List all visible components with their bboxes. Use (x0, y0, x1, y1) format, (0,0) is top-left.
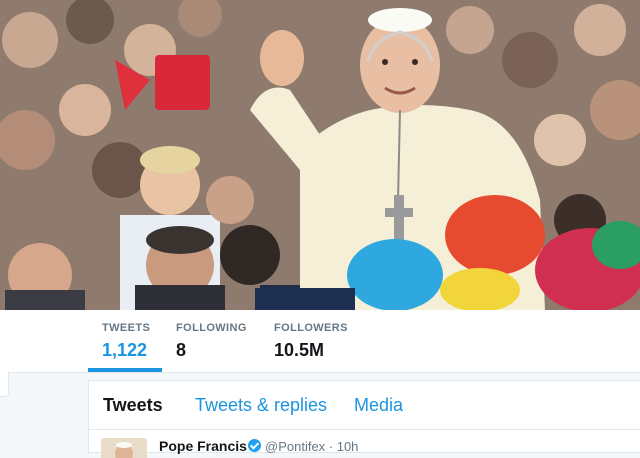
tweet-item[interactable]: Pope Francis @Pontifex · 10h (89, 429, 640, 458)
tab-tweets-and-replies[interactable]: Tweets & replies (195, 395, 327, 416)
stat-tweets-label: TWEETS (102, 322, 151, 334)
verified-badge-icon (248, 439, 261, 452)
stat-followers-value: 10.5M (274, 340, 325, 360)
avatar-image (101, 438, 147, 458)
tab-media[interactable]: Media (354, 395, 403, 416)
stat-followers-label: FOLLOWERS (274, 322, 348, 334)
profile-card-edge (0, 372, 9, 397)
stat-following[interactable]: FOLLOWING 8 (176, 310, 256, 372)
stat-following-value: 8 (176, 340, 187, 360)
tab-tweets[interactable]: Tweets (103, 395, 163, 416)
header-photo-illustration (0, 0, 640, 310)
stat-following-label: FOLLOWING (176, 322, 247, 334)
stat-followers[interactable]: FOLLOWERS 10.5M (274, 310, 364, 372)
tweet-author-handle[interactable]: @Pontifex · 10h (265, 439, 358, 454)
profile-stats-bar: TWEETS 1,122 FOLLOWING 8 FOLLOWERS 10.5M (0, 310, 640, 373)
profile-header-image[interactable] (0, 0, 640, 310)
tweet-author-name[interactable]: Pope Francis (159, 438, 247, 454)
avatar[interactable] (101, 438, 147, 458)
timeline-tabs: Tweets Tweets & replies Media (89, 381, 640, 430)
stat-tweets[interactable]: TWEETS 1,122 (88, 310, 162, 372)
stat-tweets-value: 1,122 (102, 340, 148, 360)
timeline-card: Tweets Tweets & replies Media Pope Franc… (88, 380, 640, 458)
